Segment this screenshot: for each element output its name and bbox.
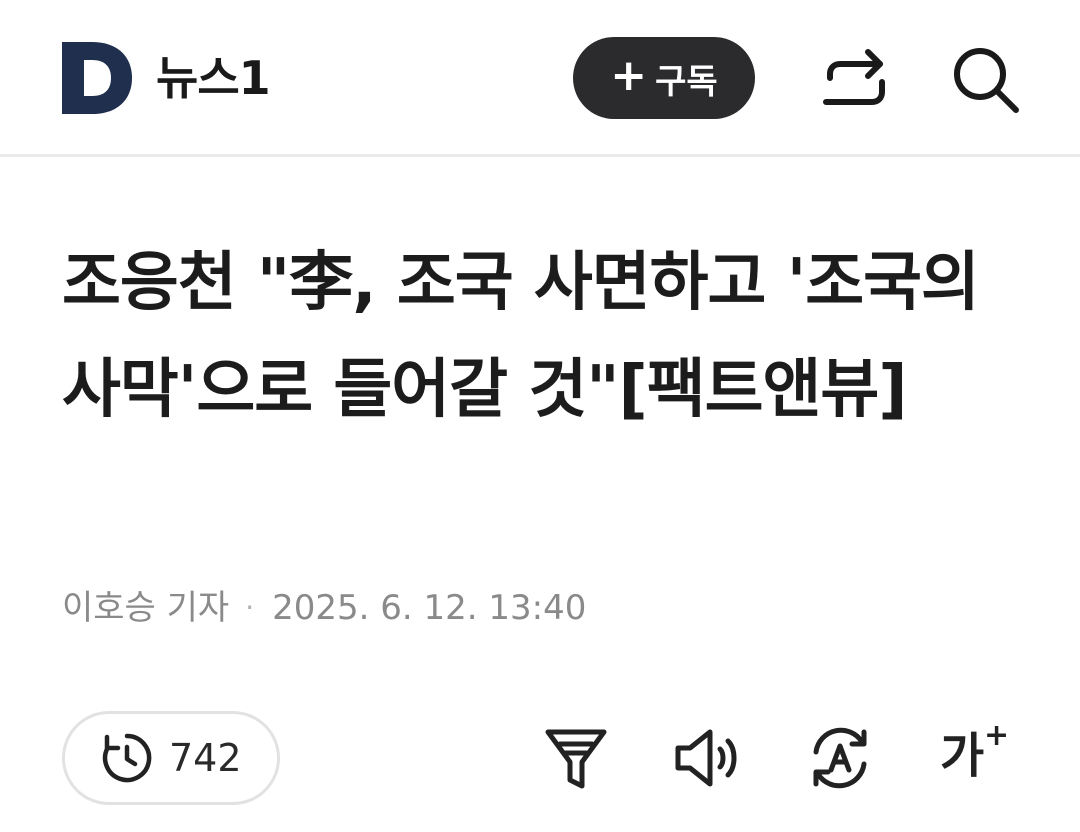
publish-date: 2025. 6. 12. 13:40 (272, 588, 587, 628)
article-title: 조응천 "李, 조국 사면하고 '조국의 사막'으로 들어갈 것"[팩트앤뷰] (62, 246, 980, 427)
meta-separator: · (245, 591, 255, 624)
search-icon[interactable] (950, 44, 1022, 114)
news1-logo[interactable] (62, 42, 132, 114)
summary-filter-icon[interactable] (540, 722, 612, 794)
read-count-badge: 742 (62, 711, 280, 805)
plus-icon: + (610, 50, 648, 101)
speaker-icon[interactable] (672, 722, 744, 794)
font-plus-icon: + (984, 718, 1010, 753)
brand-name[interactable]: 뉴스1 (156, 50, 271, 106)
clock-icon (102, 733, 152, 783)
font-size-icon: 가 (940, 728, 985, 784)
app-header: 뉴스1 + 구독 (0, 0, 1080, 157)
read-count: 742 (169, 736, 242, 780)
font-size-button[interactable]: 가 + (936, 718, 1009, 794)
subscribe-button[interactable]: + 구독 (573, 37, 755, 119)
share-icon[interactable] (818, 44, 890, 114)
author-name[interactable]: 이호승 기자 (62, 586, 229, 630)
article-meta: 이호승 기자 · 2025. 6. 12. 13:40 (62, 586, 586, 630)
subscribe-label: 구독 (655, 61, 718, 102)
translate-icon[interactable] (804, 722, 876, 794)
